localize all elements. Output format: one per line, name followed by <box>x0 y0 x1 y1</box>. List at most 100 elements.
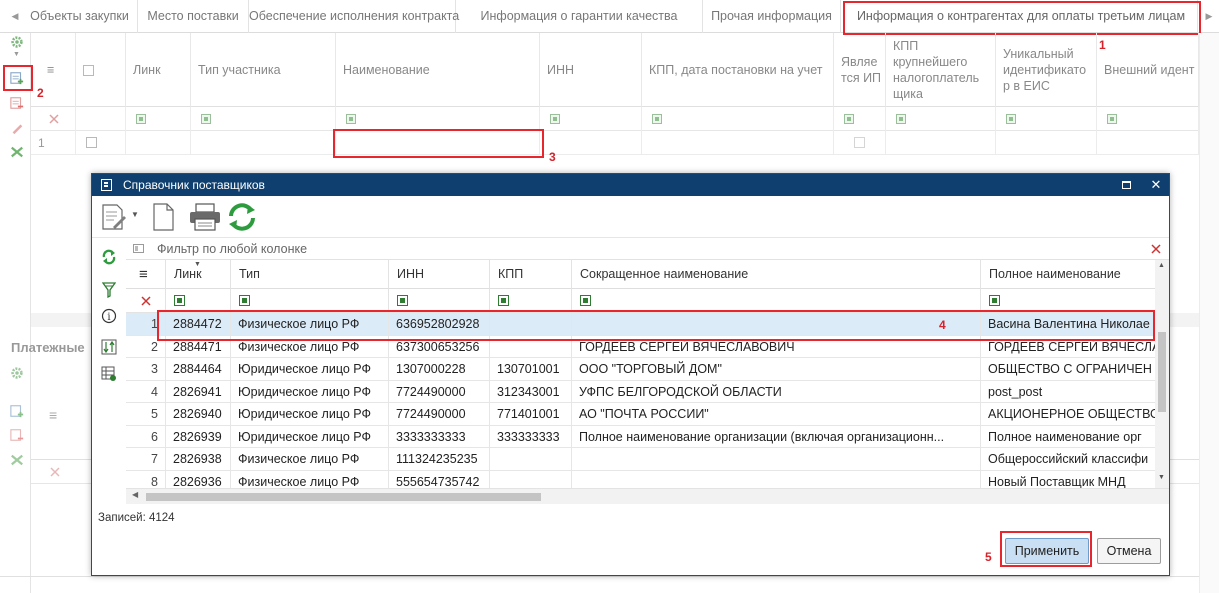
table-row[interactable]: 5 2826940 Юридическое лицо РФ 7724490000 771… <box>126 403 1169 426</box>
cell-full-name[interactable]: Полное наименование орг <box>981 425 1169 448</box>
horizontal-scroll-thumb[interactable] <box>146 493 541 501</box>
select-all-cell[interactable] <box>76 33 126 107</box>
column-inn[interactable]: ИНН <box>540 33 642 107</box>
filter-cell[interactable] <box>336 107 540 131</box>
filter-cell[interactable] <box>642 107 834 131</box>
filter-icon[interactable] <box>346 114 356 124</box>
clear-filter-icon-2[interactable] <box>49 466 61 478</box>
excel-export-icon[interactable] <box>9 145 25 159</box>
cell-inn[interactable]: 3333333333 <box>389 425 490 448</box>
cell-inn[interactable]: 7724490000 <box>389 403 490 426</box>
is-ip-checkbox[interactable] <box>854 137 865 148</box>
clear-filter-icon[interactable] <box>140 295 152 307</box>
filter-cell[interactable] <box>191 107 336 131</box>
scroll-left-icon[interactable]: ◀ <box>132 490 138 499</box>
info-icon[interactable]: i <box>101 308 117 324</box>
chevron-down-icon[interactable]: ▼ <box>131 210 139 219</box>
delete-row-icon[interactable] <box>9 96 25 110</box>
refresh-icon[interactable] <box>226 202 258 232</box>
column-inn[interactable]: ИНН <box>389 260 490 289</box>
filter-icon[interactable] <box>844 114 854 124</box>
refresh-small-icon[interactable] <box>101 249 117 265</box>
cancel-button[interactable]: Отмена <box>1097 538 1161 564</box>
filter-any-column-input[interactable]: Фильтр по любой колонке <box>157 242 307 256</box>
cell-type[interactable]: Юридическое лицо РФ <box>231 425 389 448</box>
clear-filter-cell[interactable] <box>31 107 76 131</box>
grid-menu-icon[interactable]: ≡ <box>31 33 76 107</box>
cell-row-number[interactable]: 7 <box>126 448 166 471</box>
column-type[interactable]: Тип <box>231 260 389 289</box>
filter-icon[interactable] <box>174 295 185 306</box>
row-select-cell[interactable] <box>76 131 126 155</box>
cell-full-name[interactable]: post_post <box>981 380 1169 403</box>
cell-kpp-date[interactable] <box>642 131 834 155</box>
cell-row-number[interactable]: 4 <box>126 380 166 403</box>
select-all-checkbox[interactable] <box>83 64 94 76</box>
dialog-title-bar[interactable]: Справочник поставщиков ✕ <box>92 174 1169 196</box>
cell-row-number[interactable]: 6 <box>126 425 166 448</box>
filter-cell[interactable] <box>996 107 1097 131</box>
column-short-name[interactable]: Сокращенное наименование <box>572 260 981 289</box>
edit-pencil-icon[interactable] <box>9 121 25 135</box>
cell-link[interactable]: 2884464 <box>166 358 231 381</box>
filter-icon[interactable] <box>136 114 146 124</box>
cell-kpp[interactable]: 130701001 <box>490 358 572 381</box>
filter-icon[interactable] <box>201 114 211 124</box>
cell-kpp[interactable]: 312343001 <box>490 380 572 403</box>
tab-procurement-objects[interactable]: Объекты закупки <box>22 0 138 33</box>
column-full-name[interactable]: Полное наименование <box>981 260 1169 289</box>
filter-icon[interactable] <box>1107 114 1117 124</box>
dialog-vertical-scrollbar[interactable]: ▲ ▼ <box>1155 260 1169 504</box>
filter-icon[interactable] <box>1006 114 1016 124</box>
page-vertical-scrollbar[interactable] <box>1199 33 1219 593</box>
filter-icon[interactable] <box>498 295 509 306</box>
filter-icon[interactable] <box>550 114 560 124</box>
filter-bar[interactable]: Фильтр по любой колонке <box>126 238 1169 260</box>
grid-menu-icon-2[interactable]: ≡ <box>49 407 57 423</box>
cell-full-name[interactable]: Общероссийский классифи <box>981 448 1169 471</box>
filter-icon[interactable] <box>896 114 906 124</box>
cell-link[interactable]: 2826938 <box>166 448 231 471</box>
filter-cell[interactable] <box>1097 107 1199 131</box>
cell-type[interactable]: Юридическое лицо РФ <box>231 358 389 381</box>
filter-icon[interactable] <box>989 295 1000 306</box>
cell-short-name[interactable]: АО "ПОЧТА РОССИИ" <box>572 403 981 426</box>
sort-icon[interactable] <box>101 339 117 355</box>
filter-icon[interactable] <box>580 295 591 306</box>
cell-link[interactable] <box>126 131 191 155</box>
cell-kpp[interactable] <box>490 448 572 471</box>
filter-icon[interactable] <box>239 295 250 306</box>
cell-external-id[interactable] <box>1097 131 1199 155</box>
column-is-ip[interactable]: Являе тся ИП <box>834 33 886 107</box>
cell-kpp[interactable]: 771401001 <box>490 403 572 426</box>
new-document-icon[interactable] <box>152 203 176 231</box>
column-name[interactable]: Наименование <box>336 33 540 107</box>
column-kpp[interactable]: КПП <box>490 260 572 289</box>
clear-filter-icon-dialog[interactable] <box>1150 243 1162 255</box>
column-kpp-date[interactable]: КПП, дата постановки на учет <box>642 33 834 107</box>
cell-full-name[interactable]: ОБЩЕСТВО С ОГРАНИЧЕН <box>981 358 1169 381</box>
scroll-down-icon[interactable]: ▼ <box>1158 474 1165 481</box>
vertical-scroll-thumb[interactable] <box>1158 332 1166 412</box>
filter-icon[interactable] <box>652 114 662 124</box>
table-row[interactable]: 6 2826939 Юридическое лицо РФ 3333333333 333… <box>126 425 1169 448</box>
column-link[interactable]: Линк ▼ <box>166 260 231 289</box>
tab-delivery-place[interactable]: Место поставки <box>138 0 249 33</box>
clear-filter-icon[interactable] <box>48 113 60 125</box>
cell-type[interactable]: Юридическое лицо РФ <box>231 403 389 426</box>
cell-link[interactable]: 2826939 <box>166 425 231 448</box>
cell-row-number[interactable]: 5 <box>126 403 166 426</box>
tab-scroll-right-icon[interactable]: ▶ <box>1200 0 1218 33</box>
column-external-id[interactable]: Внешний идент <box>1097 33 1199 107</box>
cell-inn[interactable]: 1307000228 <box>389 358 490 381</box>
tab-contract-security[interactable]: Обеспечение исполнения контракта <box>249 0 459 33</box>
chevron-down-icon[interactable]: ▼ <box>13 51 20 58</box>
cell-short-name[interactable] <box>572 448 981 471</box>
settings-gear-icon[interactable] <box>9 35 25 49</box>
table-row[interactable]: 1 <box>31 131 1199 155</box>
tab-quality-guarantee[interactable]: Информация о гарантии качества <box>456 0 703 33</box>
excel-export-icon-2[interactable] <box>9 453 25 467</box>
filter-cell[interactable] <box>886 107 996 131</box>
cell-type[interactable]: Юридическое лицо РФ <box>231 380 389 403</box>
cell-link[interactable]: 2826940 <box>166 403 231 426</box>
